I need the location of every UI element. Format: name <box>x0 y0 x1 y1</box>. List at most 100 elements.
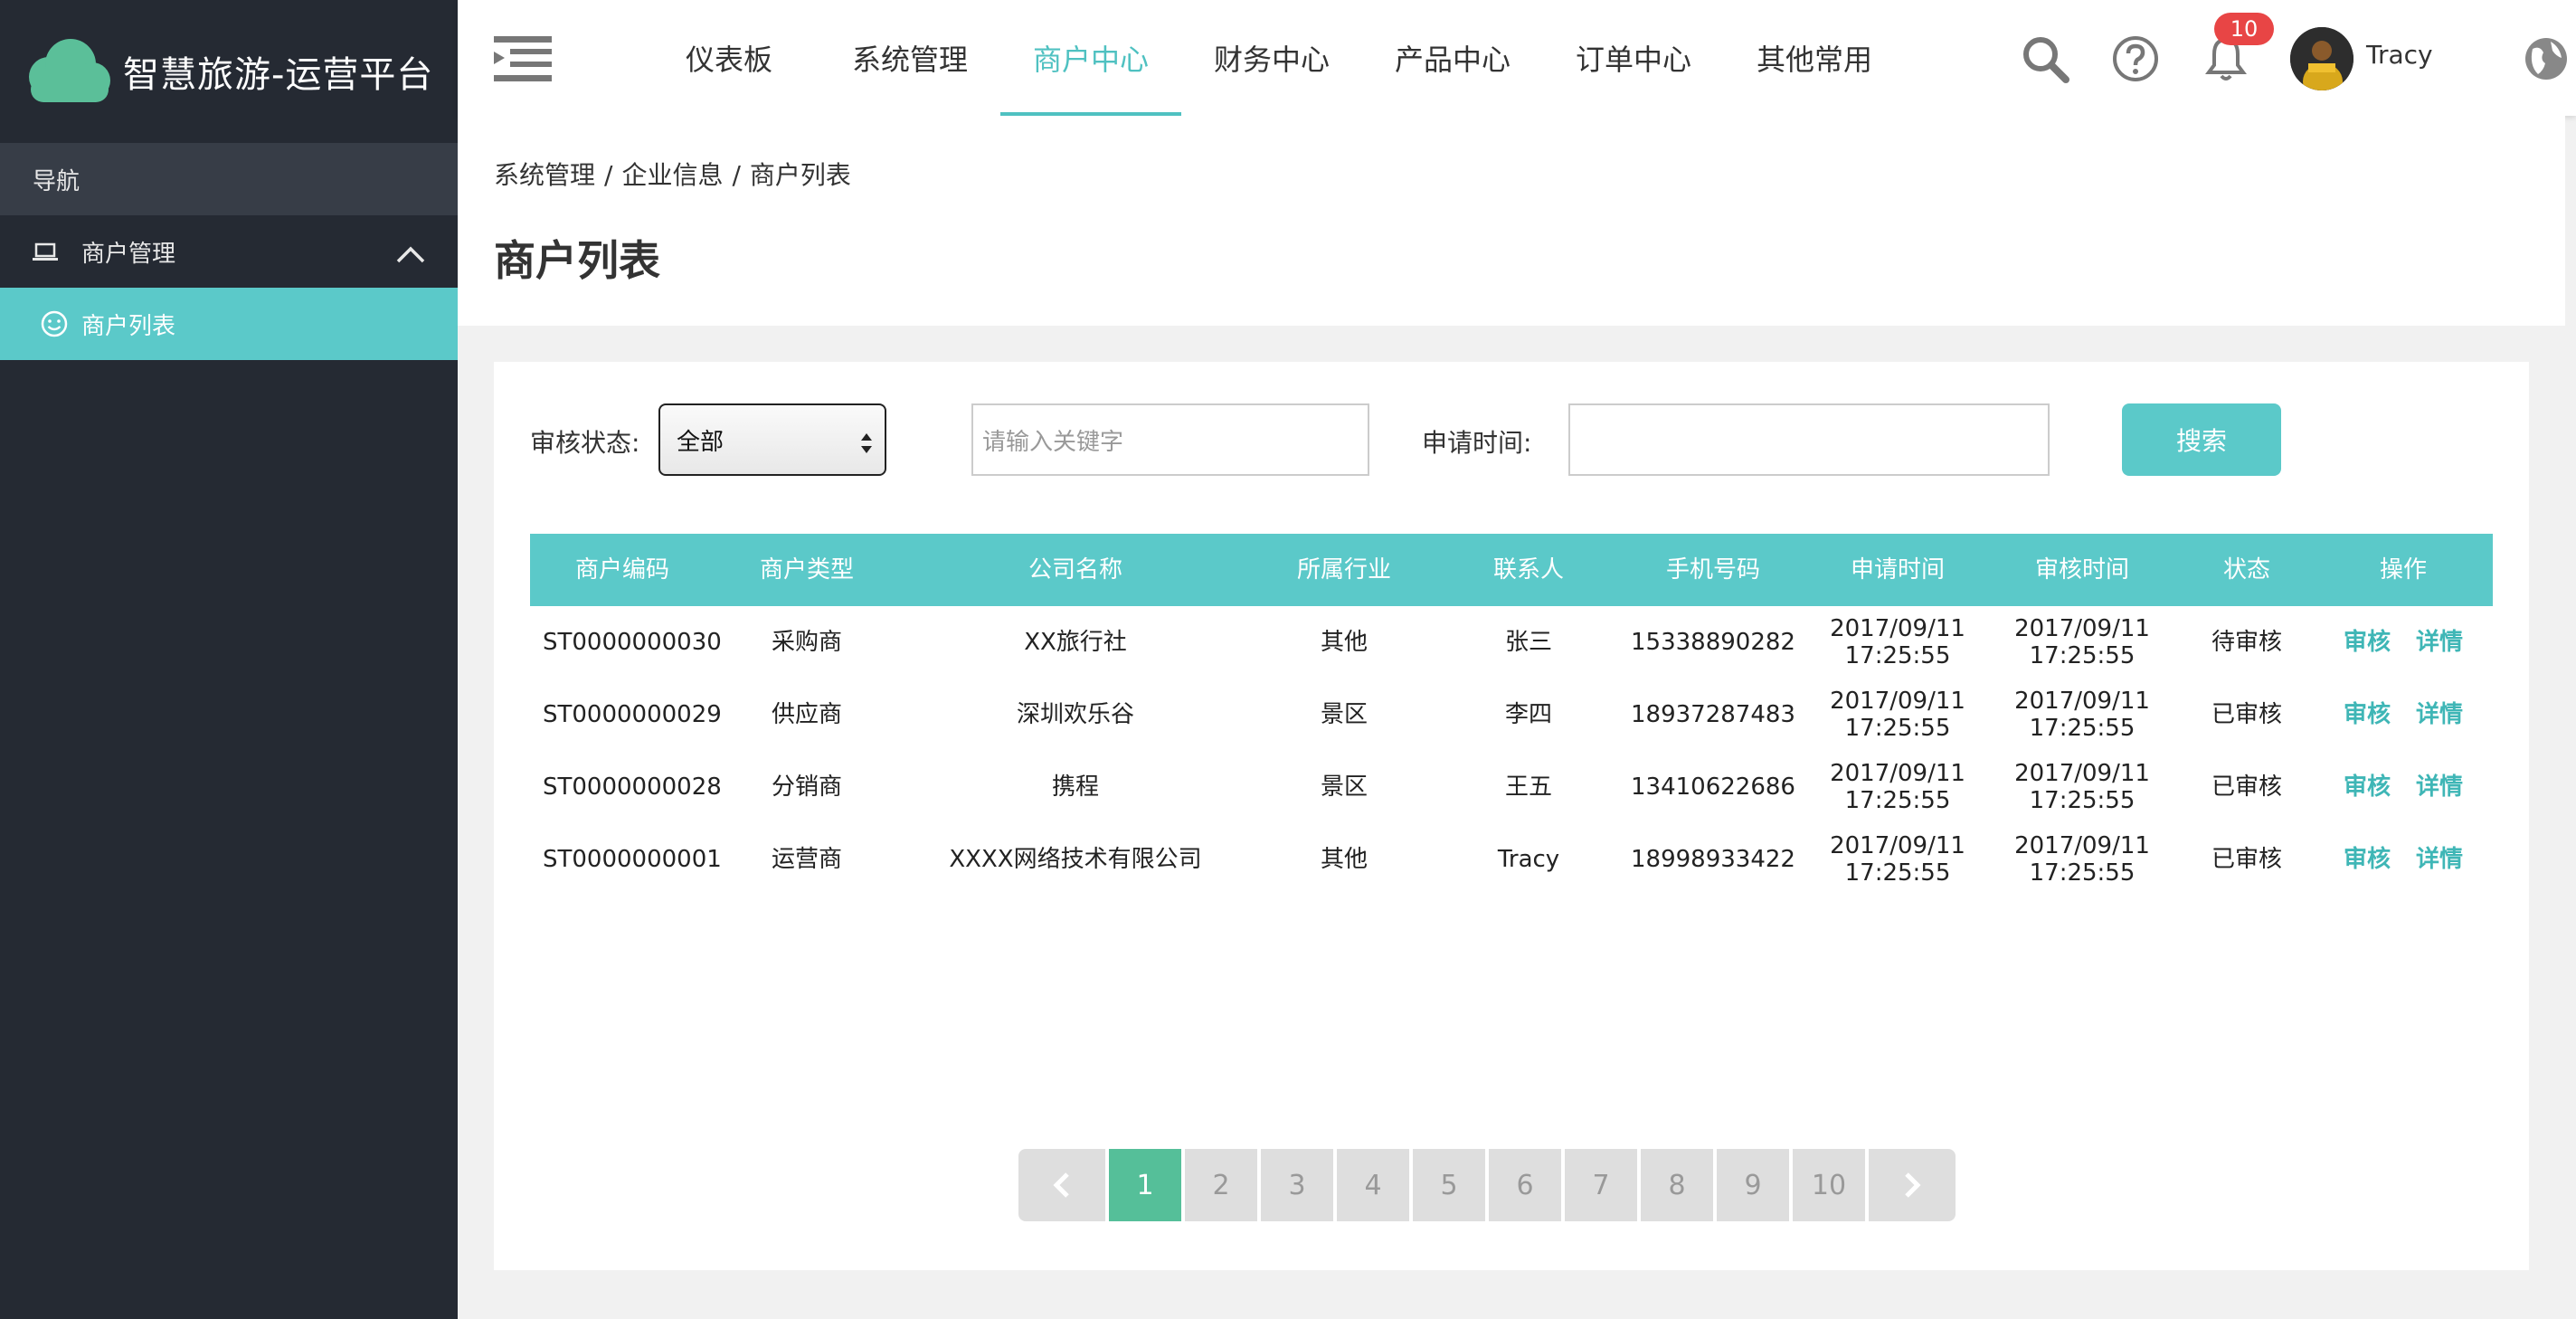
next-page-button[interactable] <box>1869 1149 1956 1221</box>
menu-toggle-icon[interactable] <box>494 36 552 81</box>
cell-company: XX旅行社 <box>1024 629 1127 656</box>
date: 2017/09/11 <box>1830 688 1965 715</box>
tab-order-center[interactable]: 订单中心 <box>1543 0 1724 116</box>
search-icon[interactable] <box>2021 34 2069 83</box>
page-button[interactable]: 2 <box>1185 1149 1257 1221</box>
globe-icon[interactable] <box>2522 34 2571 83</box>
keyword-placeholder: 请输入关键字 <box>982 428 1124 456</box>
keyword-input[interactable]: 请输入关键字 <box>971 403 1369 476</box>
search-button[interactable]: 搜索 <box>2122 403 2281 476</box>
tab-product-center[interactable]: 产品中心 <box>1362 0 1543 116</box>
column-header: 手机号码 <box>1665 556 1760 584</box>
review-link[interactable]: 审核 <box>2344 846 2391 873</box>
cell-apply-time: 2017/09/11 17:25:55 <box>1805 760 1990 814</box>
page-button[interactable]: 3 <box>1261 1149 1333 1221</box>
tab-system-management[interactable]: 系统管理 <box>819 0 1000 116</box>
review-link[interactable]: 审核 <box>2344 773 2391 801</box>
page-button[interactable]: 9 <box>1717 1149 1789 1221</box>
time: 17:25:55 <box>1844 859 1951 887</box>
prev-page-button[interactable] <box>1018 1149 1105 1221</box>
breadcrumb-item[interactable]: 企业信息 <box>621 160 723 190</box>
time: 17:25:55 <box>2029 859 2136 887</box>
cell-status: 已审核 <box>2211 701 2282 728</box>
sidebar-group-merchant-management[interactable]: 商户管理 <box>0 215 458 288</box>
username[interactable]: Tracy <box>2366 40 2433 70</box>
cell-type: 运营商 <box>771 846 842 873</box>
table-row: ST0000000028 分销商 携程 景区 王五 13410622686 20… <box>530 751 2493 823</box>
tab-dashboard[interactable]: 仪表板 <box>639 0 819 116</box>
page-button[interactable]: 7 <box>1565 1149 1637 1221</box>
cell-industry: 其他 <box>1320 846 1368 873</box>
brand-title: 智慧旅游-运营平台 <box>123 54 434 96</box>
date: 2017/09/11 <box>1830 832 1965 859</box>
date: 2017/09/11 <box>2014 760 2150 787</box>
merchant-table: 商户编码 商户类型 公司名称 所属行业 联系人 手机号码 申请时间 审核时间 状… <box>530 534 2493 896</box>
time-input[interactable] <box>1568 403 2050 476</box>
tab-other-common[interactable]: 其他常用 <box>1724 0 1905 116</box>
sidebar-item-label: 商户列表 <box>81 312 176 340</box>
cell-contact: Tracy <box>1497 846 1560 873</box>
page-button[interactable]: 6 <box>1489 1149 1561 1221</box>
detail-link[interactable]: 详情 <box>2416 846 2463 873</box>
detail-link[interactable]: 详情 <box>2416 773 2463 801</box>
time: 17:25:55 <box>2029 787 2136 814</box>
status-select[interactable]: 全部 <box>658 403 886 476</box>
date: 2017/09/11 <box>1830 760 1965 787</box>
detail-link[interactable]: 详情 <box>2416 701 2463 728</box>
cell-company: 携程 <box>1051 773 1099 801</box>
table-row: ST0000000001 运营商 XXXX网络技术有限公司 其他 Tracy 1… <box>530 823 2493 896</box>
page-button[interactable]: 4 <box>1337 1149 1409 1221</box>
cell-review-time: 2017/09/11 17:25:55 <box>1990 760 2174 814</box>
cell-type: 采购商 <box>771 629 842 656</box>
sidebar-group-label: 商户管理 <box>81 240 176 268</box>
status-select-value: 全部 <box>677 428 724 456</box>
cell-contact: 王五 <box>1504 773 1552 801</box>
cell-industry: 其他 <box>1320 629 1368 656</box>
column-header: 状态 <box>2222 556 2270 584</box>
table-row: ST0000000029 供应商 深圳欢乐谷 景区 李四 18937287483… <box>530 678 2493 751</box>
detail-link[interactable]: 详情 <box>2416 629 2463 656</box>
page-button[interactable]: 5 <box>1413 1149 1485 1221</box>
breadcrumb-item: 商户列表 <box>749 160 851 190</box>
cell-status: 已审核 <box>2211 846 2282 873</box>
avatar[interactable] <box>2290 27 2353 90</box>
cell-review-time: 2017/09/11 17:25:55 <box>1990 615 2174 669</box>
cell-apply-time: 2017/09/11 17:25:55 <box>1805 688 1990 742</box>
date: 2017/09/11 <box>2014 688 2150 715</box>
cell-code: ST0000000001 <box>543 846 722 873</box>
time: 17:25:55 <box>2029 715 2136 742</box>
cell-review-time: 2017/09/11 17:25:55 <box>1990 832 2174 887</box>
laptop-icon <box>33 242 58 261</box>
chevron-right-icon <box>1905 1172 1921 1198</box>
cell-actions: 审核 详情 <box>2319 846 2487 873</box>
sidebar-item-merchant-list[interactable]: 商户列表 <box>0 288 458 360</box>
page-button[interactable]: 8 <box>1641 1149 1713 1221</box>
help-icon[interactable] <box>2111 34 2160 83</box>
cell-phone: 18937287483 <box>1631 701 1795 728</box>
page-button[interactable]: 1 <box>1109 1149 1181 1221</box>
nav-header: 导航 <box>0 143 458 215</box>
cell-phone: 13410622686 <box>1631 773 1795 801</box>
column-header: 所属行业 <box>1296 556 1391 584</box>
date: 2017/09/11 <box>2014 615 2150 642</box>
column-header: 公司名称 <box>1028 556 1122 584</box>
date: 2017/09/11 <box>2014 832 2150 859</box>
cloud-logo-icon <box>18 35 112 108</box>
breadcrumb-item[interactable]: 系统管理 <box>494 160 595 190</box>
content-card: 审核状态: 全部 请输入关键字 申请时间: 搜索 商户编码 商户类型 公司名称 … <box>494 362 2529 1270</box>
cell-contact: 张三 <box>1504 629 1552 656</box>
review-link[interactable]: 审核 <box>2344 629 2391 656</box>
review-link[interactable]: 审核 <box>2344 701 2391 728</box>
chevron-up-icon[interactable] <box>396 242 425 263</box>
column-header: 联系人 <box>1492 556 1564 584</box>
cell-phone: 15338890282 <box>1631 629 1795 656</box>
tab-finance-center[interactable]: 财务中心 <box>1181 0 1362 116</box>
cell-code: ST0000000029 <box>543 701 722 728</box>
page-button[interactable]: 10 <box>1793 1149 1865 1221</box>
cell-review-time: 2017/09/11 17:25:55 <box>1990 688 2174 742</box>
tab-merchant-center[interactable]: 商户中心 <box>1000 0 1181 116</box>
table-row: ST0000000030 采购商 XX旅行社 其他 张三 15338890282… <box>530 606 2493 678</box>
notification-badge: 10 <box>2214 13 2274 45</box>
cell-apply-time: 2017/09/11 17:25:55 <box>1805 615 1990 669</box>
sidebar: 智慧旅游-运营平台 导航 商户管理 商户列表 <box>0 0 458 1319</box>
